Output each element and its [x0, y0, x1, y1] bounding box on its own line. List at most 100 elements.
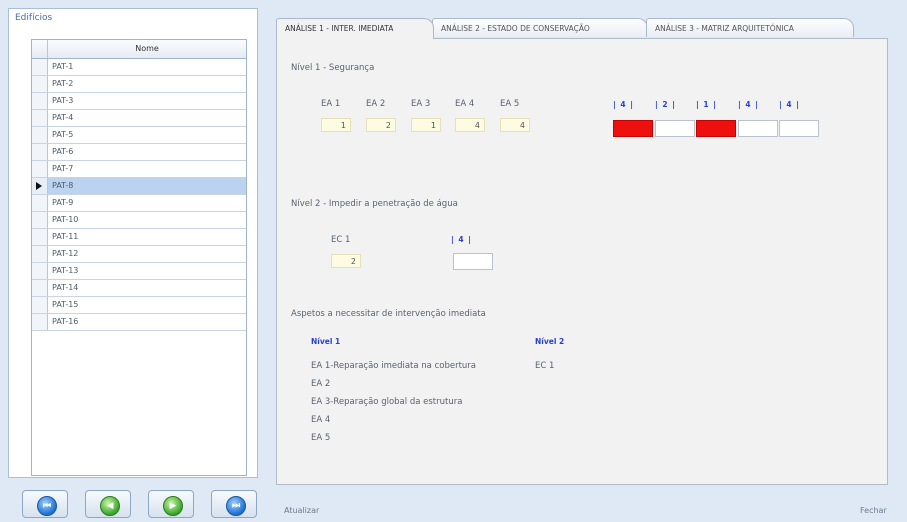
building-name-cell[interactable]: PAT-3	[52, 93, 73, 109]
row-header[interactable]	[32, 178, 48, 194]
table-row[interactable]: PAT-2	[32, 76, 246, 93]
building-name-cell[interactable]: PAT-12	[52, 246, 78, 262]
nivel1-title: Nível 1 - Segurança	[291, 63, 375, 73]
next-record-button[interactable]: ▶	[148, 490, 194, 518]
next-record-icon: ▶	[163, 496, 183, 516]
row-header[interactable]	[32, 297, 48, 313]
nivel1-scale-3: | 1 |	[696, 100, 717, 109]
row-header[interactable]	[32, 93, 48, 109]
tab-content-analise-1: Nível 1 - Segurança EA 1 EA 2 EA 3 EA 4 …	[276, 38, 888, 485]
aspect-nivel1-item: EA 5	[311, 433, 331, 443]
table-row[interactable]: PAT-4	[32, 110, 246, 127]
aspect-nivel1-item: EA 4	[311, 415, 331, 425]
nivel1-scale-4: | 4 |	[738, 100, 759, 109]
nivel2-title: Nível 2 - Impedir a penetração de água	[291, 199, 458, 209]
row-header[interactable]	[32, 195, 48, 211]
building-name-cell[interactable]: PAT-13	[52, 263, 78, 279]
table-row[interactable]: PAT-6	[32, 144, 246, 161]
building-name-cell[interactable]: PAT-15	[52, 297, 78, 313]
row-header[interactable]	[32, 161, 48, 177]
nivel1-result-3	[696, 120, 736, 137]
building-name-cell[interactable]: PAT-11	[52, 229, 78, 245]
row-header[interactable]	[32, 314, 48, 330]
table-row[interactable]: PAT-14	[32, 280, 246, 297]
aspect-nivel1-item: EA 1-Reparação imediata na cobertura	[311, 361, 477, 371]
nivel1-scale-2: | 2 |	[655, 100, 676, 109]
row-header[interactable]	[32, 229, 48, 245]
next-record-icon-glyph: ▶	[169, 501, 177, 511]
ea3-label: EA 3	[411, 99, 431, 109]
aspects-title: Aspetos a necessitar de intervenção imed…	[291, 309, 486, 319]
grid-header: Nome	[32, 40, 246, 59]
building-name-cell[interactable]: PAT-7	[52, 161, 73, 177]
tab-analise-3[interactable]: ANÁLISE 3 - MATRIZ ARQUITETÓNICA	[646, 18, 854, 37]
row-header[interactable]	[32, 76, 48, 92]
column-header-name[interactable]: Nome	[48, 40, 246, 58]
building-name-cell[interactable]: PAT-4	[52, 110, 73, 126]
ea4-value[interactable]: 4	[455, 118, 485, 132]
row-header[interactable]	[32, 280, 48, 296]
ea1-value[interactable]: 1	[321, 118, 351, 132]
building-name-cell[interactable]: PAT-6	[52, 144, 73, 160]
table-row[interactable]: PAT-8	[32, 178, 246, 195]
nivel1-scale-1: | 4 |	[613, 100, 634, 109]
row-header[interactable]	[32, 110, 48, 126]
aspect-nivel2-item: EC 1	[535, 361, 555, 371]
previous-record-button[interactable]: ◀	[85, 490, 131, 518]
table-row[interactable]: PAT-11	[32, 229, 246, 246]
table-row[interactable]: PAT-15	[32, 297, 246, 314]
table-row[interactable]: PAT-10	[32, 212, 246, 229]
row-header[interactable]	[32, 144, 48, 160]
table-row[interactable]: PAT-12	[32, 246, 246, 263]
nivel1-result-4	[738, 120, 778, 137]
building-name-cell[interactable]: PAT-2	[52, 76, 73, 92]
last-record-button[interactable]: ⏭	[211, 490, 257, 518]
first-record-button[interactable]: ⏮	[22, 490, 68, 518]
building-name-cell[interactable]: PAT-1	[52, 59, 73, 75]
previous-record-icon: ◀	[100, 496, 120, 516]
first-record-icon-glyph: ⏮	[42, 501, 52, 511]
tab-analise-1[interactable]: ANÁLISE 1 - INTER. IMEDIATA	[276, 18, 434, 39]
ea2-value[interactable]: 2	[366, 118, 396, 132]
analysis-panel: ANÁLISE 1 - INTER. IMEDIATA ANÁLISE 2 - …	[266, 12, 898, 494]
row-header[interactable]	[32, 246, 48, 262]
tab-analise-2[interactable]: ANÁLISE 2 - ESTADO DE CONSERVAÇÃO	[432, 18, 648, 37]
table-row[interactable]: PAT-13	[32, 263, 246, 280]
ec1-label: EC 1	[331, 235, 351, 245]
building-name-cell[interactable]: PAT-16	[52, 314, 78, 330]
close-link[interactable]: Fechar	[860, 506, 887, 515]
building-name-cell[interactable]: PAT-10	[52, 212, 78, 228]
building-name-cell[interactable]: PAT-8	[52, 178, 73, 194]
nivel2-scale-1: | 4 |	[451, 235, 472, 244]
ea5-value[interactable]: 4	[500, 118, 530, 132]
aspect-nivel1-item: EA 2	[311, 379, 331, 389]
table-row[interactable]: PAT-9	[32, 195, 246, 212]
ea4-label: EA 4	[455, 99, 475, 109]
table-row[interactable]: PAT-7	[32, 161, 246, 178]
grid-body: PAT-1 PAT-2 PAT-3 PAT-4 PAT-5 PAT-6 PAT-7 PAT-8…	[32, 59, 246, 331]
ea3-value[interactable]: 1	[411, 118, 441, 132]
row-header[interactable]	[32, 263, 48, 279]
building-name-cell[interactable]: PAT-5	[52, 127, 73, 143]
table-row[interactable]: PAT-3	[32, 93, 246, 110]
building-name-cell[interactable]: PAT-9	[52, 195, 73, 211]
record-navigation: ⏮ ◀ ▶ ⏭	[22, 490, 258, 520]
previous-record-icon-glyph: ◀	[106, 501, 114, 511]
buildings-grid[interactable]: Nome PAT-1 PAT-2 PAT-3 PAT-4 PAT-5 PAT-6 PAT-7…	[31, 39, 247, 476]
ea5-label: EA 5	[500, 99, 520, 109]
nivel2-result-1	[453, 253, 493, 270]
nivel1-result-1	[613, 120, 653, 137]
ea1-label: EA 1	[321, 99, 341, 109]
table-row[interactable]: PAT-16	[32, 314, 246, 331]
ec1-value[interactable]: 2	[331, 254, 361, 268]
building-name-cell[interactable]: PAT-14	[52, 280, 78, 296]
table-row[interactable]: PAT-5	[32, 127, 246, 144]
buildings-panel-title: Edifícios	[15, 13, 53, 23]
row-header[interactable]	[32, 212, 48, 228]
last-record-icon: ⏭	[226, 496, 246, 516]
update-link[interactable]: Atualizar	[284, 506, 319, 515]
row-header[interactable]	[32, 127, 48, 143]
table-row[interactable]: PAT-1	[32, 59, 246, 76]
nivel1-result-5	[779, 120, 819, 137]
row-header[interactable]	[32, 59, 48, 75]
